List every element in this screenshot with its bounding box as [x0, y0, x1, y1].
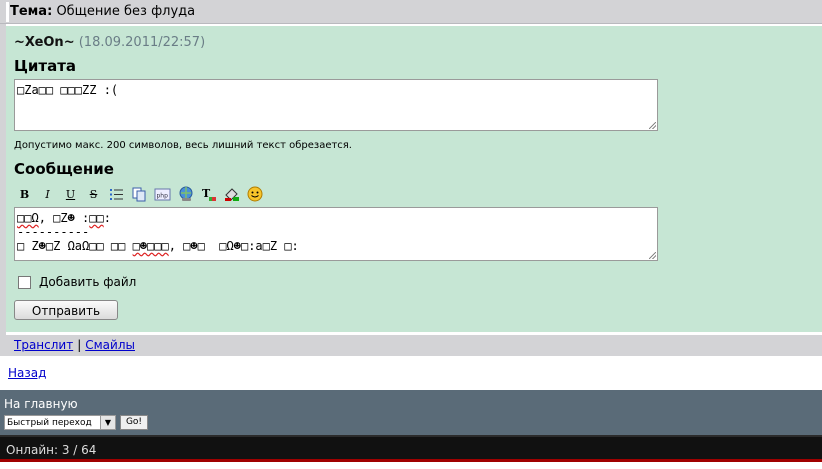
back-link[interactable]: Назад	[8, 366, 46, 380]
quick-jump-select[interactable]: Быстрый переход ▼	[4, 415, 116, 430]
message-text: □□	[89, 211, 104, 225]
topic-bar: Тема: Общение без флуда	[0, 0, 822, 24]
message-text: :	[103, 211, 111, 225]
translit-icon[interactable]: T	[200, 186, 217, 203]
post-date: (18.09.2011/22:57)	[78, 35, 206, 50]
smile-icon[interactable]	[246, 186, 263, 203]
list-icon[interactable]	[108, 186, 125, 203]
translit-link[interactable]: Транслит	[14, 338, 73, 352]
resize-handle[interactable]	[649, 122, 656, 129]
page-bottom	[0, 462, 822, 469]
author-nick: ~XeOn~	[14, 35, 75, 50]
color-icon[interactable]	[223, 186, 240, 203]
message-textarea[interactable]: □□Ω, □Z☻ :□□: ---------- □ Z☻□Z ΩaΩ□□ □□…	[14, 207, 658, 261]
quoted-author: ~XeOn~ (18.09.2011/22:57)	[14, 35, 205, 50]
underline-button[interactable]: U	[62, 186, 79, 203]
quote-text: □Za□□ □□□ZZ :(	[17, 83, 119, 97]
copy-icon[interactable]	[131, 186, 148, 203]
link-icon[interactable]	[177, 186, 194, 203]
message-text: ----------	[17, 225, 90, 239]
quote-hint: Допустимо макс. 200 символов, весь лишни…	[14, 140, 352, 151]
message-text: , □Z☻ :	[38, 211, 90, 225]
home-link[interactable]: На главную	[4, 397, 78, 411]
resize-handle[interactable]	[649, 252, 656, 259]
send-button[interactable]: Отправить	[14, 300, 118, 320]
message-text: □□Ω	[17, 211, 39, 225]
message-title: Сообщение	[14, 160, 114, 178]
message-text: , □☻□ □Ω☻□:a□Z □:	[168, 239, 299, 253]
online-status: Онлайн: 3 / 64	[0, 435, 822, 459]
topic-header: Тема: Общение без флуда	[10, 0, 195, 24]
attach-file-option[interactable]: Добавить файл	[18, 275, 136, 289]
italic-button[interactable]: I	[39, 186, 56, 203]
quote-title: Цитата	[14, 57, 77, 75]
topic-label: Тема:	[10, 4, 53, 19]
reply-form: ~XeOn~ (18.09.2011/22:57) Цитата □Za□□ □…	[6, 25, 822, 332]
message-text: □☻□□□	[132, 239, 169, 253]
quick-jump-value: Быстрый переход	[7, 418, 92, 428]
link-separator: |	[77, 338, 82, 352]
bold-button[interactable]: B	[16, 186, 33, 203]
attach-file-checkbox[interactable]	[18, 275, 31, 289]
message-text: □ Z☻□Z ΩaΩ□□ □□	[17, 239, 133, 253]
footer: На главную Быстрый переход ▼ Go!	[0, 390, 822, 435]
svg-text:php: php	[157, 192, 169, 199]
php-icon[interactable]: php	[154, 186, 171, 203]
formatting-toolbar: B I U S php T	[16, 185, 269, 203]
smiles-link[interactable]: Смайлы	[85, 338, 135, 352]
topic-title: Общение без флуда	[56, 4, 196, 19]
back-link-wrap: Назад	[8, 366, 46, 380]
attach-file-label: Добавить файл	[39, 275, 137, 289]
go-button[interactable]: Go!	[120, 415, 148, 430]
links-bar: Транслит | Смайлы	[6, 333, 822, 356]
quote-textarea[interactable]: □Za□□ □□□ZZ :(	[14, 79, 658, 131]
chevron-down-icon[interactable]: ▼	[100, 416, 115, 429]
strikethrough-button[interactable]: S	[85, 186, 102, 203]
divider	[6, 2, 9, 22]
